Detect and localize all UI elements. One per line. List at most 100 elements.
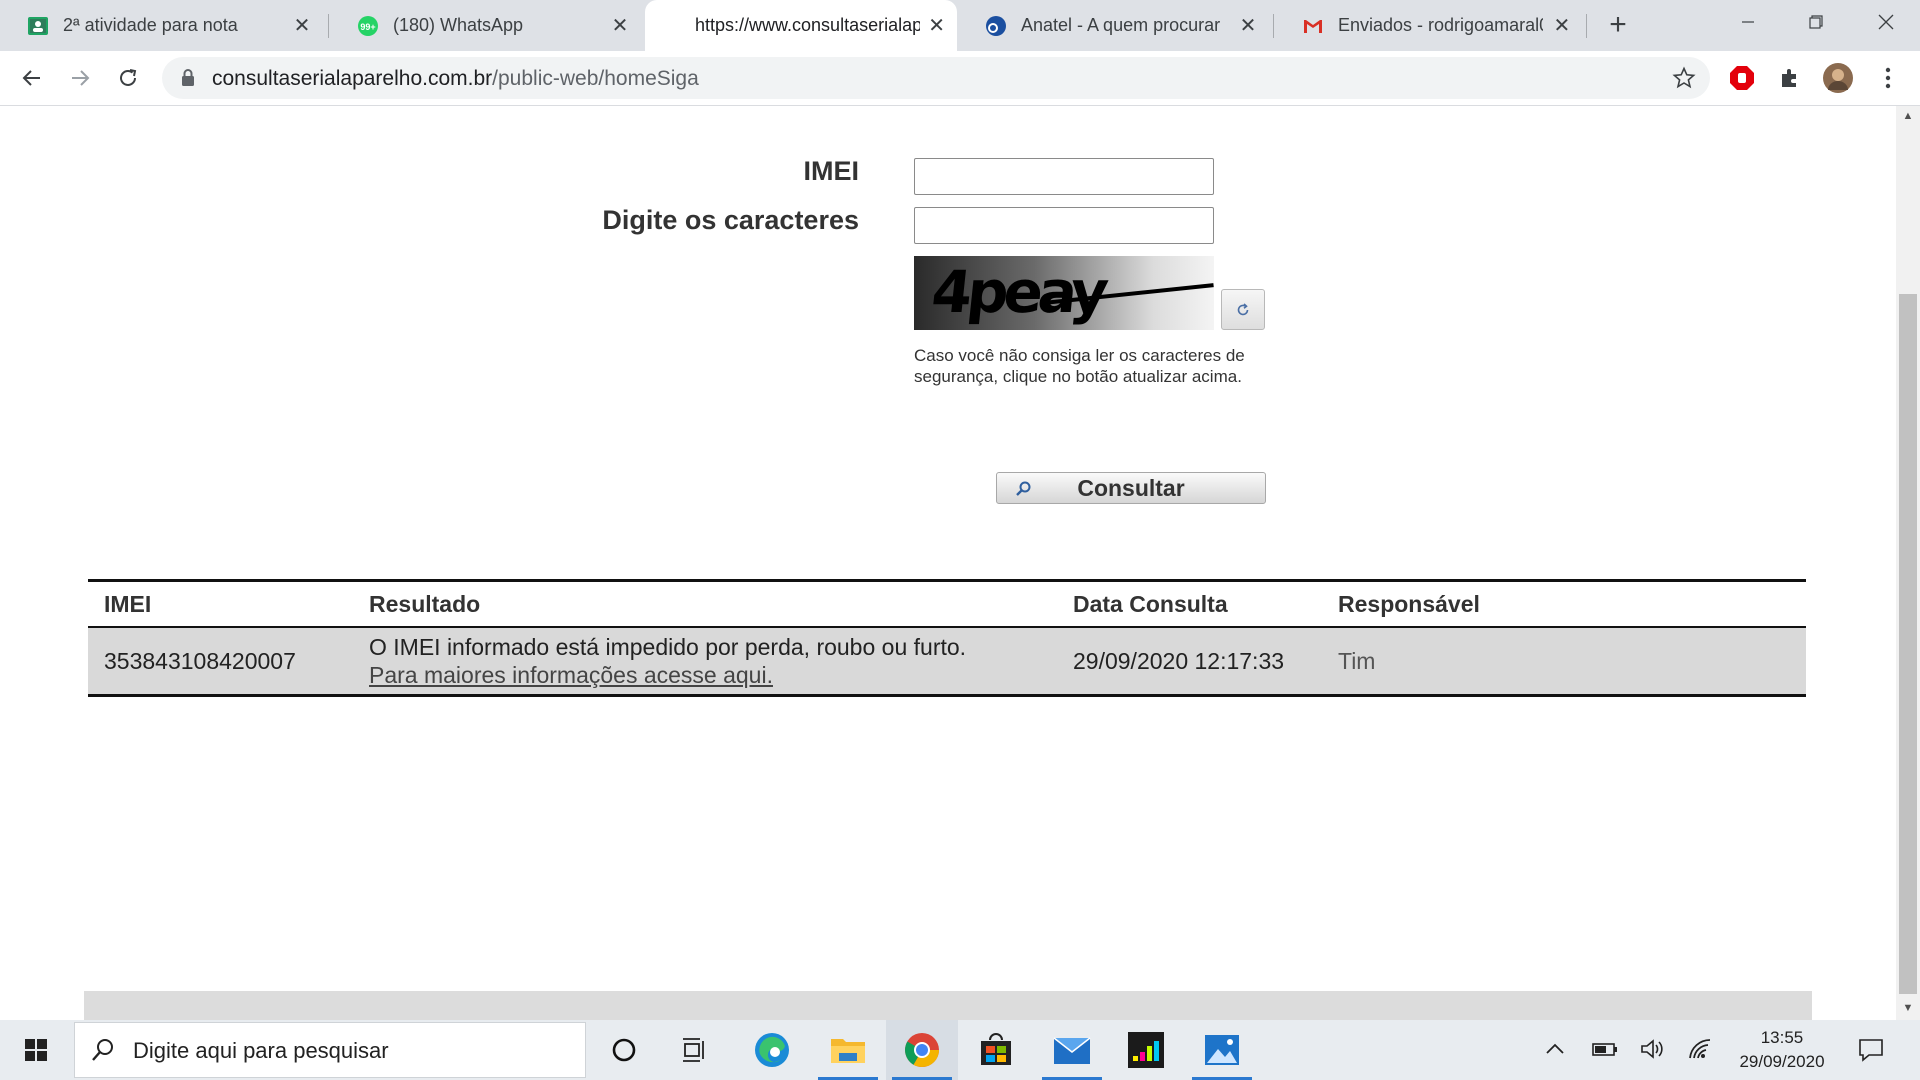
tab-atividade[interactable]: 2ª atividade para nota ✕	[0, 0, 326, 51]
refresh-captcha-button[interactable]	[1221, 289, 1265, 330]
bookmark-star-icon[interactable]	[1672, 66, 1696, 95]
new-tab-button[interactable]: +	[1600, 8, 1636, 42]
scrollbar-thumb[interactable]	[1899, 294, 1917, 994]
lock-icon	[180, 68, 196, 93]
tab-gmail[interactable]: Enviados - rodrigoamaral00 ✕	[1275, 0, 1585, 51]
tab-consulta-serial[interactable]: https://www.consultaserialaparelho.com.b…	[645, 0, 957, 51]
close-icon[interactable]: ✕	[1236, 13, 1260, 38]
taskbar-edge[interactable]	[736, 1020, 808, 1080]
vertical-scrollbar[interactable]: ▲ ▼	[1896, 106, 1920, 1020]
page-content: IMEI Digite os caracteres	[0, 106, 1896, 1020]
clock-date: 29/09/2020	[1739, 1052, 1825, 1071]
gmail-icon	[1302, 15, 1324, 37]
captcha-image: 4peay	[914, 256, 1214, 330]
battery-icon[interactable]	[1592, 1038, 1618, 1065]
close-icon[interactable]: ✕	[1551, 13, 1573, 38]
result-message: O IMEI informado está impedido por perda…	[369, 634, 967, 660]
classroom-icon	[27, 15, 49, 37]
row-responsavel: Tim	[1322, 627, 1806, 697]
close-window-button[interactable]	[1856, 0, 1916, 44]
folder-icon	[831, 1039, 865, 1063]
row-imei: 353843108420007	[88, 627, 353, 697]
back-arrow-icon	[22, 70, 40, 86]
captcha-text: 4peay	[928, 258, 1107, 326]
consultar-button[interactable]: Consultar	[996, 472, 1266, 504]
consultar-label: Consultar	[1077, 474, 1185, 501]
tab-strip: 2ª atividade para nota ✕ 99+ (180) Whats…	[0, 0, 1920, 51]
taskbar-file-explorer[interactable]	[812, 1020, 884, 1080]
taskbar-store[interactable]	[960, 1020, 1032, 1080]
store-bag-icon	[981, 1033, 1011, 1065]
forward-arrow-icon	[72, 70, 90, 86]
clock-time: 13:55	[1760, 1028, 1804, 1047]
row-data-consulta: 29/09/2020 12:17:33	[1057, 627, 1322, 697]
results-table: IMEI Resultado Data Consulta Responsável…	[88, 579, 1806, 697]
tab-title: (180) WhatsApp	[393, 15, 524, 35]
adblock-extension-icon[interactable]	[1726, 62, 1758, 94]
reload-button[interactable]	[112, 62, 144, 94]
deezer-icon	[1128, 1032, 1164, 1068]
taskbar-search-placeholder: Digite aqui para pesquisar	[133, 1038, 389, 1063]
taskbar-mail[interactable]	[1036, 1020, 1108, 1080]
task-view-button[interactable]	[660, 1020, 732, 1080]
search-icon	[1015, 480, 1033, 503]
url-text: consultaserialaparelho.com.br/public-web…	[212, 67, 699, 91]
photos-icon	[1205, 1035, 1239, 1065]
notification-center-icon[interactable]	[1858, 1038, 1884, 1067]
address-bar[interactable]: consultaserialaparelho.com.br/public-web…	[162, 57, 1710, 99]
tab-anatel[interactable]: Anatel - A quem procurar ✕	[958, 0, 1272, 51]
taskbar-chrome[interactable]	[886, 1020, 958, 1080]
table-row: 353843108420007 O IMEI informado está im…	[88, 627, 1806, 697]
wifi-icon[interactable]	[1688, 1038, 1714, 1065]
tab-whatsapp[interactable]: 99+ (180) WhatsApp ✕	[330, 0, 644, 51]
profile-avatar[interactable]	[1822, 62, 1854, 94]
svg-text:99+: 99+	[360, 22, 375, 32]
volume-icon[interactable]	[1640, 1038, 1666, 1065]
forward-button[interactable]	[64, 62, 96, 94]
browser-toolbar: consultaserialaparelho.com.br/public-web…	[0, 51, 1920, 106]
page-footer-band	[84, 991, 1812, 1020]
taskbar-photos[interactable]	[1186, 1020, 1258, 1080]
url-domain: consultaserialaparelho.com.br	[212, 67, 493, 90]
task-view-icon	[683, 1038, 704, 1062]
tab-separator	[328, 14, 329, 38]
imei-input[interactable]	[914, 158, 1214, 195]
header-resultado: Resultado	[353, 579, 1057, 628]
tab-title: Enviados - rodrigoamaral00	[1338, 15, 1543, 35]
taskbar-clock[interactable]: 13:55 29/09/2020	[1720, 1026, 1844, 1074]
windows-logo-icon	[25, 1039, 47, 1061]
windows-taskbar: Digite aqui para pesquisar	[0, 1020, 1920, 1080]
cortana-button[interactable]	[588, 1020, 660, 1080]
close-icon[interactable]: ✕	[928, 13, 945, 38]
tab-title: 2ª atividade para nota	[63, 15, 238, 35]
refresh-icon	[1237, 302, 1249, 315]
header-responsavel: Responsável	[1322, 579, 1806, 628]
extensions-icon[interactable]	[1774, 62, 1806, 94]
back-button[interactable]	[16, 62, 48, 94]
anatel-icon	[985, 15, 1007, 37]
tab-title: Anatel - A quem procurar	[1021, 15, 1221, 35]
scroll-up-arrow-icon[interactable]: ▲	[1896, 110, 1920, 128]
close-icon[interactable]: ✕	[608, 13, 632, 38]
header-data-consulta: Data Consulta	[1057, 579, 1322, 628]
cortana-circle-icon	[612, 1038, 636, 1062]
tab-separator	[1273, 14, 1274, 38]
menu-kebab-icon[interactable]	[1872, 62, 1904, 94]
mail-icon	[1053, 1037, 1091, 1064]
restore-button[interactable]	[1786, 0, 1846, 44]
close-icon[interactable]: ✕	[290, 13, 314, 38]
start-button[interactable]	[0, 1020, 72, 1080]
table-header-row: IMEI Resultado Data Consulta Responsável	[88, 579, 1806, 628]
whatsapp-icon: 99+	[357, 15, 379, 37]
captcha-help-text: Caso você não consiga ler os caracteres …	[914, 346, 1245, 386]
taskbar-deezer[interactable]	[1110, 1020, 1182, 1080]
taskbar-search-box[interactable]: Digite aqui para pesquisar	[74, 1022, 586, 1078]
tab-title: https://www.consultaserialaparelho.com.b…	[695, 15, 921, 35]
captcha-input[interactable]	[914, 207, 1214, 244]
tray-chevron-up-icon[interactable]	[1544, 1038, 1566, 1065]
edge-icon	[755, 1033, 789, 1067]
more-info-link[interactable]: Para maiores informações acesse aqui.	[369, 662, 773, 688]
imei-label: IMEI	[803, 156, 859, 186]
minimize-button[interactable]	[1718, 0, 1778, 44]
scroll-down-arrow-icon[interactable]: ▼	[1896, 1002, 1920, 1020]
